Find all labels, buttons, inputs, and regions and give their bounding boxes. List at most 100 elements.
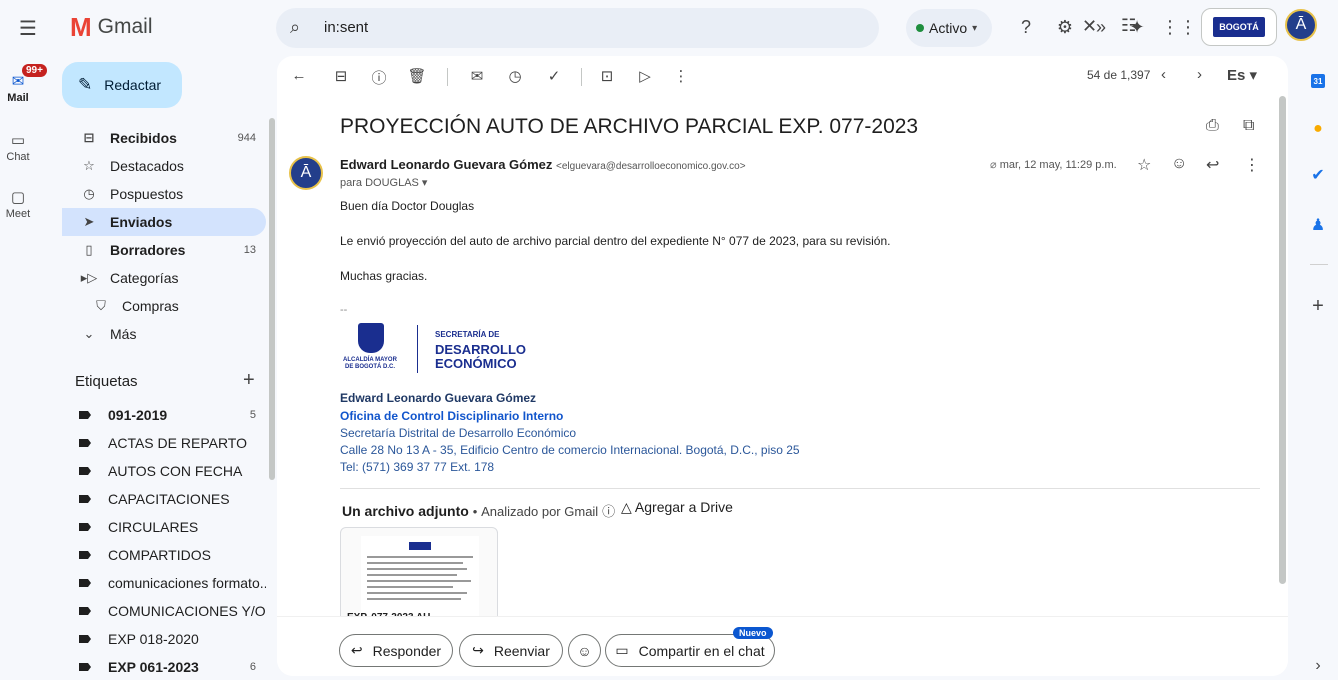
logo-divider bbox=[417, 325, 418, 373]
preview-line bbox=[367, 568, 467, 570]
label-item[interactable]: ACTAS DE REPARTO bbox=[62, 429, 266, 457]
account-avatar[interactable]: Ā bbox=[1285, 9, 1317, 41]
recipient-label: para DOUGLAS bbox=[340, 177, 419, 189]
date-text: mar, 12 may, 11:29 p.m. bbox=[999, 159, 1117, 171]
delete-icon[interactable]: 🗑 bbox=[407, 67, 427, 85]
inbox-icon: ⊟ bbox=[83, 130, 95, 145]
star-icon[interactable]: ☆ bbox=[1137, 155, 1151, 175]
attachment-thumbnail[interactable]: EXP. 077-2023 AU... bbox=[340, 527, 498, 627]
signature-office: Oficina de Control Disciplinario Interno bbox=[340, 409, 564, 423]
back-arrow-icon[interactable]: ← bbox=[289, 67, 309, 84]
compose-button[interactable]: ✎ Redactar bbox=[62, 62, 182, 108]
sidebar-scrollbar[interactable] bbox=[269, 118, 275, 480]
rail-mail[interactable]: ✉ 99+ Mail bbox=[0, 64, 47, 104]
emoji-reaction-button[interactable]: ☺ bbox=[568, 634, 601, 667]
rail-meet[interactable]: ▢ Meet bbox=[0, 188, 36, 220]
attachment-divider bbox=[340, 488, 1260, 489]
reply-icon[interactable]: ↩ bbox=[1206, 155, 1219, 175]
calendar-icon[interactable]: 31 bbox=[1306, 69, 1330, 93]
alcaldia-text: ALCALDÍA MAYOR DE BOGOTÁ D.C. bbox=[343, 357, 397, 370]
nav-item-1[interactable]: ☆ Destacados bbox=[62, 152, 266, 180]
label-item[interactable]: AUTOS CON FECHA bbox=[62, 457, 266, 485]
organization-logo-box[interactable]: BOGOTÁ bbox=[1201, 8, 1277, 46]
app-shortcut-icon[interactable]: » bbox=[1089, 15, 1113, 39]
input-language-selector[interactable]: Es ▾ bbox=[1227, 66, 1257, 84]
nav-item-3[interactable]: ➤ Enviados bbox=[62, 208, 266, 236]
bogota-crest-icon bbox=[358, 323, 384, 353]
label-item-name: CIRCULARES bbox=[108, 519, 199, 535]
label-item-name: COMPARTIDOS bbox=[108, 547, 211, 563]
pencil-icon: ✎ bbox=[78, 75, 93, 94]
search-icon[interactable]: ⌕ bbox=[290, 17, 300, 38]
expand-panel-icon[interactable]: › bbox=[1306, 654, 1330, 678]
forward-button[interactable]: ↪ Reenviar bbox=[459, 634, 563, 667]
gemini-sparkle-icon[interactable]: ✦ bbox=[1125, 15, 1149, 39]
label-item[interactable]: CAPACITACIONES bbox=[62, 485, 266, 513]
logo-secretaria: SECRETARÍA DE bbox=[435, 330, 500, 339]
rail-chat[interactable]: ▭ Chat bbox=[0, 131, 36, 163]
message-more-icon[interactable]: ⋮ bbox=[1244, 155, 1260, 175]
status-selector[interactable]: Activo ▾ bbox=[906, 9, 992, 47]
label-tag-icon bbox=[79, 663, 91, 671]
nav-item-count: 13 bbox=[243, 244, 256, 256]
label-tag-icon bbox=[79, 635, 91, 643]
recipient-details[interactable]: para DOUGLAS ▾ bbox=[340, 176, 427, 189]
label-item[interactable]: 091-2019 5 bbox=[62, 401, 266, 429]
label-item[interactable]: EXP 018-2020 bbox=[62, 625, 266, 653]
nav-item-7[interactable]: ⌄ Más bbox=[62, 320, 266, 348]
open-new-window-icon[interactable]: ⧉ bbox=[1243, 117, 1254, 135]
label-item[interactable]: COMUNICACIONES Y/O ... bbox=[62, 597, 266, 625]
previous-message-icon[interactable]: ‹ bbox=[1161, 66, 1166, 83]
print-icon[interactable]: ⎙ bbox=[1206, 117, 1219, 135]
report-spam-icon[interactable]: ⓘ bbox=[369, 67, 389, 88]
label-item[interactable]: COMPARTIDOS bbox=[62, 541, 266, 569]
keep-bulb-icon[interactable]: ● bbox=[1306, 117, 1330, 141]
gmail-m-icon: M bbox=[70, 12, 92, 42]
reply-button[interactable]: ↩ Responder bbox=[339, 634, 453, 667]
more-options-icon[interactable]: ⋮ bbox=[671, 67, 691, 85]
message-scrollbar[interactable] bbox=[1279, 96, 1286, 584]
tasks-check-icon[interactable]: ✔ bbox=[1306, 163, 1330, 187]
add-label-icon[interactable]: + bbox=[243, 369, 255, 392]
contacts-person-icon[interactable]: ♟ bbox=[1306, 213, 1330, 237]
nav-item-5[interactable]: ▸▷ Categorías bbox=[62, 264, 266, 292]
add-task-icon[interactable]: ✓ bbox=[544, 67, 564, 85]
label-item[interactable]: CIRCULARES bbox=[62, 513, 266, 541]
add-to-drive-button[interactable]: △ Agregar a Drive bbox=[621, 499, 733, 516]
label-item-count: 6 bbox=[249, 661, 256, 673]
main-menu-icon[interactable]: ☰ bbox=[8, 8, 48, 48]
label-item-name: EXP 061-2023 bbox=[108, 659, 199, 675]
sender-avatar[interactable]: Ā bbox=[289, 156, 323, 190]
signature-logo: ALCALDÍA MAYOR DE BOGOTÁ D.C. SECRETARÍA… bbox=[340, 321, 540, 381]
label-item-name: COMUNICACIONES Y/O ... bbox=[108, 603, 266, 619]
nav-item-label: Recibidos bbox=[110, 130, 177, 146]
label-icon[interactable]: ▷ bbox=[635, 67, 655, 85]
next-message-icon[interactable]: › bbox=[1197, 66, 1202, 83]
add-addon-icon[interactable]: + bbox=[1306, 294, 1330, 318]
sender-name[interactable]: Edward Leonardo Guevara Gómez bbox=[340, 157, 552, 172]
nav-item-0[interactable]: ⊟ Recibidos 944 bbox=[62, 124, 266, 152]
nav-item-label: Borradores bbox=[110, 242, 186, 258]
label-item[interactable]: EXP 061-2023 6 bbox=[62, 653, 266, 680]
preview-line bbox=[367, 574, 457, 576]
gmail-logo[interactable]: M Gmail bbox=[70, 14, 153, 40]
label-item[interactable]: comunicaciones formato... bbox=[62, 569, 266, 597]
move-to-icon[interactable]: ⊡ bbox=[597, 67, 617, 85]
help-icon[interactable]: ? bbox=[1014, 15, 1038, 39]
settings-gear-icon[interactable]: ⚙ bbox=[1053, 15, 1077, 39]
shopping-bag-icon: ⛉ bbox=[96, 298, 106, 313]
nav-item-4[interactable]: ▯ Borradores 13 bbox=[62, 236, 266, 264]
nav-item-2[interactable]: ◷ Pospuestos bbox=[62, 180, 266, 208]
preview-line bbox=[367, 580, 471, 582]
mark-unread-icon[interactable]: ✉ bbox=[467, 67, 487, 85]
nav-item-6[interactable]: ⛉ Compras bbox=[62, 292, 266, 320]
apps-grid-icon[interactable]: ⋮⋮ bbox=[1161, 15, 1197, 39]
search-bar[interactable]: ⌕ in:sent ✕ ☷ bbox=[276, 8, 1136, 48]
preview-line bbox=[367, 562, 463, 564]
archive-icon[interactable]: ⊟ bbox=[331, 67, 351, 85]
search-input[interactable]: in:sent bbox=[324, 19, 368, 36]
emoji-reaction-icon[interactable]: ☺ bbox=[1171, 155, 1187, 173]
info-icon[interactable]: ⓘ bbox=[602, 504, 615, 519]
forward-label: Reenviar bbox=[493, 642, 550, 659]
snooze-icon[interactable]: ◷ bbox=[505, 67, 525, 85]
